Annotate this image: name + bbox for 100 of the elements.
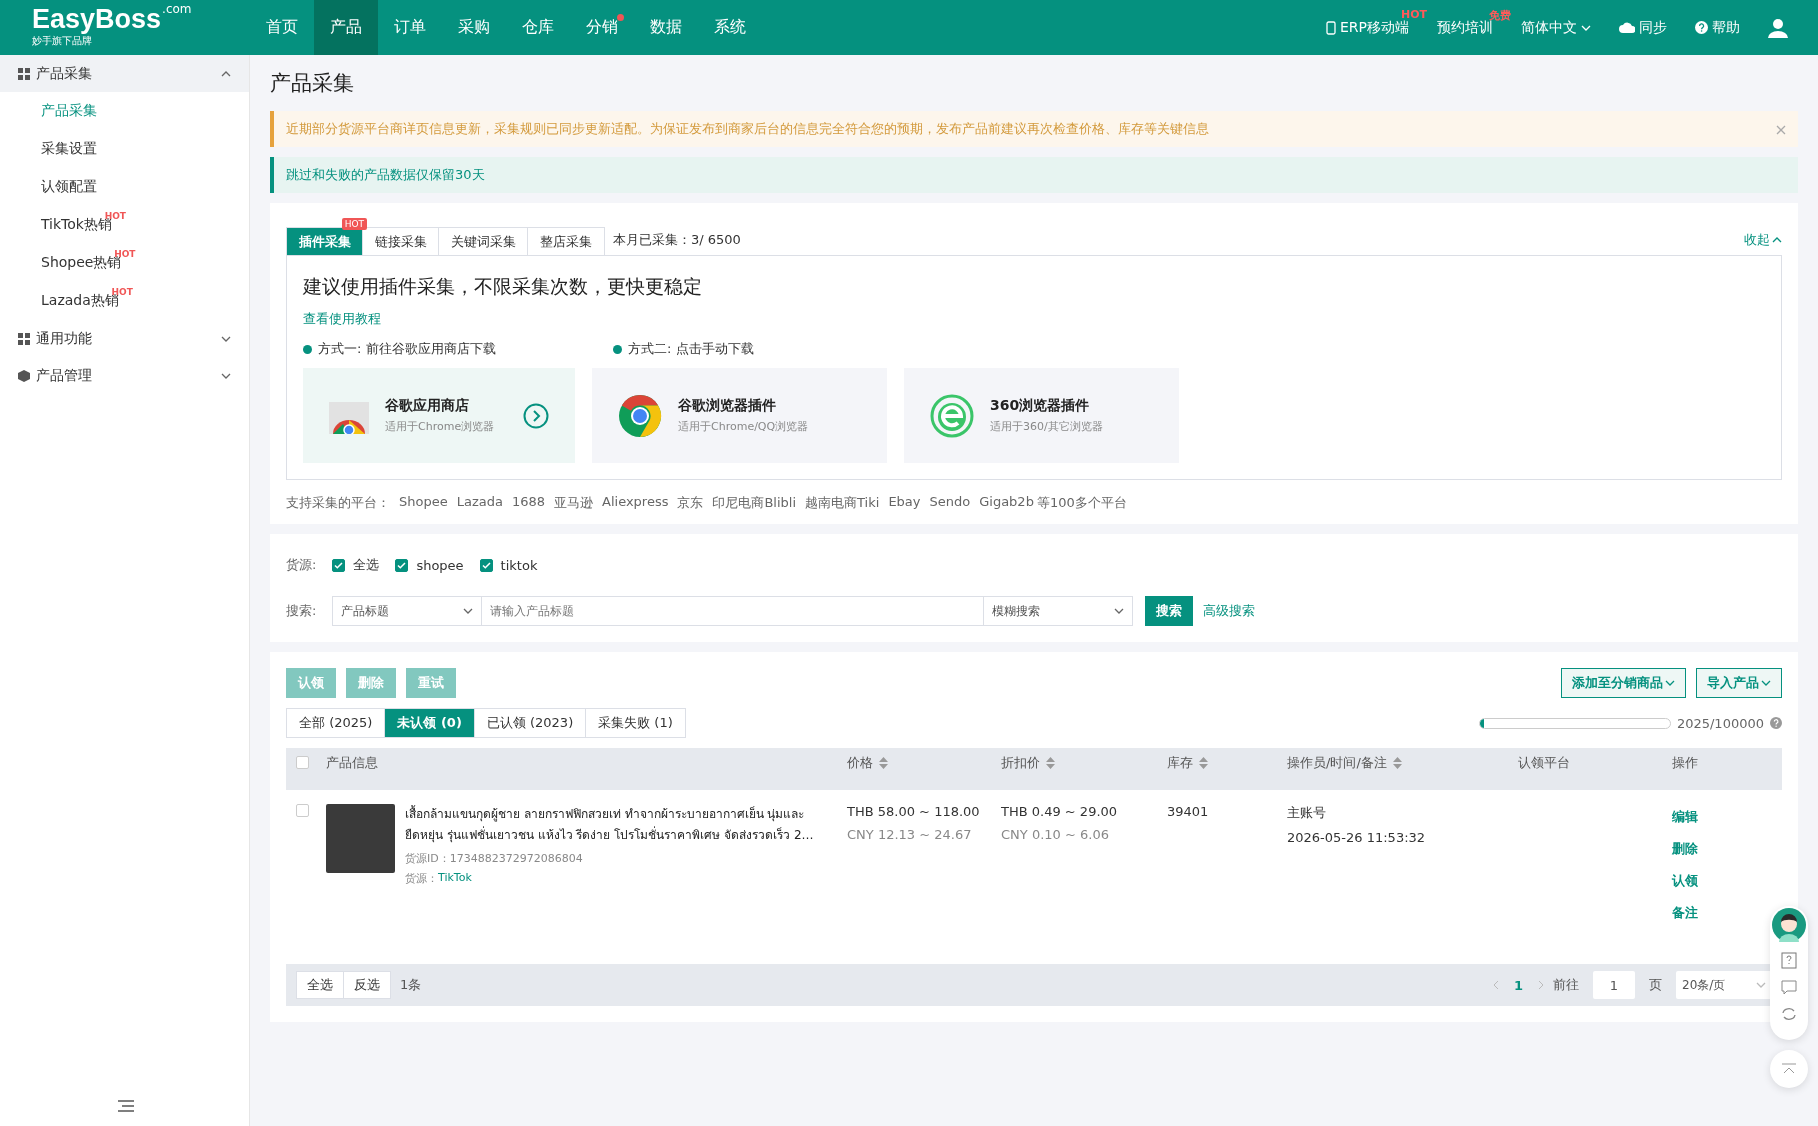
logo[interactable]: EasyBoss [32, 6, 162, 32]
nav-tab[interactable]: 分销 [570, 0, 634, 55]
page-size-select[interactable]: 20条/页 [1676, 971, 1772, 999]
count-text: 1条 [400, 976, 422, 994]
mode-select[interactable]: 模糊搜索 [983, 596, 1134, 626]
method-label: 方式二: 点击手动下载 [613, 340, 923, 358]
sort-icon[interactable] [1046, 757, 1055, 770]
sidebar-item[interactable]: 采集设置 [0, 130, 249, 168]
collect-tab[interactable]: 关键词采集 [438, 227, 529, 255]
nav-tab[interactable]: 首页 [250, 0, 314, 55]
promo-label: HOT [1400, 7, 1427, 21]
column-header: 操作员/时间/备注 [1280, 754, 1511, 773]
source-link[interactable]: TikTok [438, 871, 472, 886]
help-icon[interactable] [1770, 717, 1782, 729]
platform-name: 亚马逊 [554, 494, 593, 512]
field-select[interactable]: 产品标题 [332, 596, 483, 626]
source-checkbox[interactable]: tiktok [479, 557, 538, 573]
download-card[interactable]: 谷歌浏览器插件 适用于Chrome/QQ浏览器 [592, 368, 887, 463]
source-checkbox[interactable]: shopee [395, 557, 464, 573]
user-avatar-icon[interactable] [1768, 17, 1788, 38]
collect-tab[interactable]: 插件采集 [286, 227, 364, 255]
refresh-icon[interactable] [1781, 1006, 1797, 1022]
nav-tab[interactable]: 数据 [634, 0, 698, 55]
sidebar-item[interactable]: Lazada热销HOT [0, 282, 249, 320]
status-tab[interactable]: 全部 (2025) [286, 708, 386, 738]
platform-name: Shopee [399, 494, 448, 511]
back-to-top-button[interactable] [1770, 1050, 1808, 1088]
nav-tab[interactable]: 产品 [314, 0, 378, 55]
collect-tab[interactable]: 整店采集 [527, 227, 605, 255]
checkbox[interactable] [479, 558, 493, 572]
platforms-label: 支持采集的平台： [286, 494, 390, 512]
chevron-left-icon[interactable] [1491, 980, 1500, 990]
tutorial-link[interactable]: 查看使用教程 [303, 310, 1765, 328]
header-link[interactable]: 帮助 [1695, 18, 1740, 37]
sort-icon[interactable] [879, 757, 888, 770]
product-title[interactable]: เสื้อกล้ามแขนกุดผู้ชาย ลายกราฟฟิกสวยเท่ ทำจากผ้าระบายอากาศเย็น นุ่มและยืดหยุ่น รุ่นแฟชั่นเยาวชน แห้งไว รีดง่าย โปรโมชั่นราคาพิเศษ จัดส่งรวดเร็ว 2… [405, 804, 825, 846]
chevron-down-icon [1114, 606, 1125, 616]
select-all-button[interactable]: 全选 [296, 971, 344, 999]
card-title: 谷歌浏览器插件 [678, 397, 777, 415]
advanced-search-link[interactable]: 高级搜索 [1203, 602, 1256, 620]
collapse-link[interactable]: 收起 [1744, 231, 1782, 249]
sidebar-group[interactable]: 产品采集 [0, 55, 249, 92]
dropdown-button[interactable]: 导入产品 [1696, 668, 1782, 698]
usage-reading: 2025/100000 [1676, 715, 1764, 731]
header-link[interactable]: ERP移动端 [1326, 18, 1409, 37]
invert-selection-button[interactable]: 反选 [343, 971, 391, 999]
row-action-link[interactable]: 编辑 [1672, 808, 1698, 826]
support-avatar-icon[interactable] [1772, 908, 1806, 942]
chevron-right-icon[interactable] [1537, 980, 1545, 990]
row-action-link[interactable]: 删除 [1672, 840, 1698, 858]
sidebar-item[interactable]: 认领配置 [0, 168, 249, 206]
platform-name: 印尼电商Blibli [712, 494, 797, 512]
dropdown-button[interactable]: 添加至分销商品 [1561, 668, 1686, 698]
sidebar-item[interactable]: 产品采集 [0, 92, 249, 130]
status-tab[interactable]: 未认领 (0) [384, 708, 475, 738]
sidebar-item[interactable]: Shopee热销HOT [0, 244, 249, 282]
page-input[interactable]: 1 [1593, 971, 1635, 999]
nav-tab[interactable]: 系统 [698, 0, 762, 55]
platform-name: 越南电商Tiki [805, 494, 880, 512]
source-id: 货源ID：1734882372972086804 [405, 851, 584, 866]
page-number[interactable]: 1 [1513, 977, 1523, 993]
card-title: 360浏览器插件 [990, 397, 1091, 415]
help-book-icon[interactable] [1781, 952, 1797, 970]
checkbox[interactable] [296, 804, 309, 817]
nav-tab[interactable]: 订单 [378, 0, 442, 55]
nav-tab[interactable]: 仓库 [506, 0, 570, 55]
platforms-suffix: 等100多个平台 [1036, 494, 1127, 512]
status-tab[interactable]: 已认领 (2023) [473, 708, 587, 738]
discount-price-text: CNY 0.10 ~ 6.06 [1001, 827, 1110, 842]
checkbox[interactable] [332, 558, 346, 572]
checkbox[interactable] [395, 558, 409, 572]
search-field[interactable]: 请输入产品标题 [482, 596, 984, 626]
download-card[interactable]: 360浏览器插件 适用于360/其它浏览器 [904, 368, 1179, 463]
download-card[interactable]: 谷歌应用商店 适用于Chrome浏览器 [303, 368, 575, 463]
header-link[interactable]: 同步 [1619, 18, 1667, 37]
header-link[interactable]: 简体中文 [1521, 18, 1591, 37]
platform-name: Ebay [888, 494, 921, 511]
row-action-link[interactable]: 认领 [1672, 872, 1698, 890]
nav-tab[interactable]: 采购 [442, 0, 506, 55]
filter-label: 货源: [286, 556, 317, 574]
arrow-circle-icon[interactable] [523, 402, 549, 429]
status-tab[interactable]: 采集失败 (1) [585, 708, 686, 738]
column-header: 操作 [1671, 754, 1699, 773]
menu-collapse-icon[interactable] [118, 1100, 134, 1112]
sort-icon[interactable] [1392, 757, 1402, 770]
collect-tab[interactable]: 链接采集 [362, 227, 440, 255]
close-icon[interactable] [1776, 124, 1786, 135]
row-action-link[interactable]: 备注 [1672, 904, 1698, 922]
checkbox[interactable] [296, 755, 309, 769]
notice-text: 近期部分货源平台商详页信息更新，采集规则已同步更新适配。为保证发布到商家后台的信息完全符合您的预期，发布产品前建议再次检查价格、库存等关键信息 [286, 120, 1209, 138]
phone-icon [1326, 20, 1336, 35]
sort-icon[interactable] [1199, 757, 1208, 770]
chevron-down-icon [1761, 678, 1771, 688]
sidebar-item[interactable]: TikTok热销HOT [0, 206, 249, 244]
message-icon[interactable] [1781, 980, 1797, 996]
source-checkbox[interactable]: 全选 [332, 556, 380, 574]
column-header: 库存 [1160, 754, 1280, 773]
filter-label: 搜索: [286, 602, 317, 620]
search-button[interactable]: 搜索 [1145, 596, 1194, 626]
platform-name: Aliexpress [602, 494, 669, 511]
